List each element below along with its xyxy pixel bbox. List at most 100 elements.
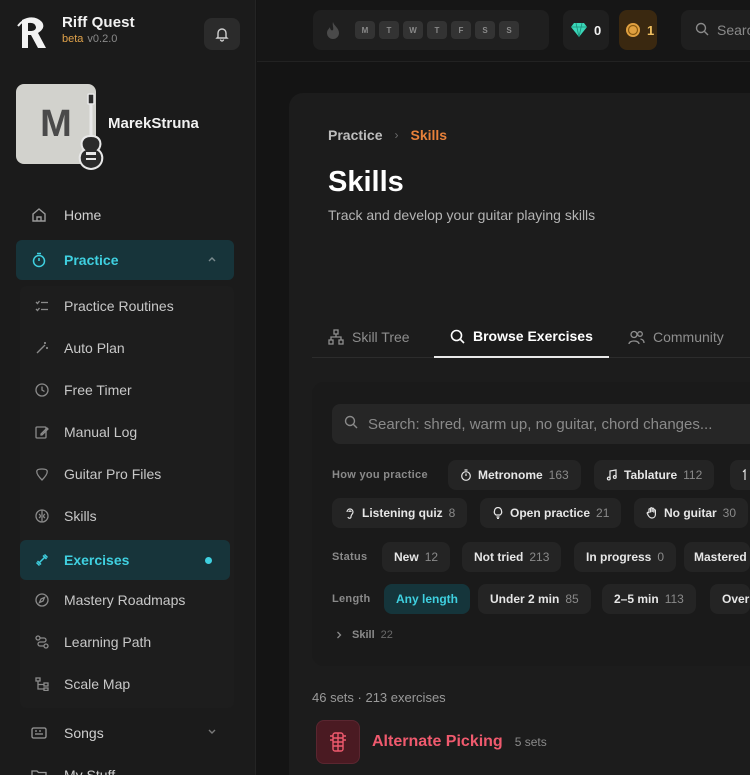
ear-icon [344, 507, 356, 519]
chip-count: 21 [596, 506, 610, 520]
nav-songs[interactable]: Songs [30, 724, 216, 742]
chip-label: Metronome [478, 468, 543, 482]
chip-label: In progress [586, 550, 652, 564]
skill-filter-count: 22 [380, 629, 393, 641]
sidebar-item-practice-routines[interactable]: Practice Routines [34, 298, 174, 314]
lightbulb-icon [492, 507, 504, 519]
gems-counter[interactable]: 0 [563, 10, 609, 50]
streak-day: F [451, 21, 471, 39]
sidebar-item-label: Auto Plan [64, 340, 125, 356]
magic-wand-icon [34, 340, 50, 356]
nav-songs-label: Songs [64, 725, 104, 741]
avatar-initial: M [40, 102, 72, 145]
folder-icon [30, 766, 48, 775]
category-row[interactable]: Alternate Picking 5 sets [316, 720, 547, 764]
chip-length-under-2[interactable]: Under 2 min 85 [478, 584, 591, 614]
breadcrumb-parent[interactable]: Practice [328, 127, 382, 143]
dumbbell-icon [34, 552, 50, 568]
sidebar-item-label: Guitar Pro Files [64, 466, 162, 482]
coins-count: 1 [647, 22, 655, 38]
chip-no-guitar[interactable]: No guitar 30 [634, 498, 749, 528]
clock-icon [34, 382, 50, 398]
sidebar-item-mastery-roadmaps[interactable]: Mastery Roadmaps [34, 592, 185, 608]
tab-community[interactable]: Community [628, 316, 724, 358]
filter-label-status: Status [332, 551, 368, 563]
chip-count: 30 [722, 506, 737, 520]
chevron-down-icon [208, 729, 216, 734]
streak-days: M T W T F S S [355, 21, 523, 39]
chip-status-not-tried[interactable]: Not tried 213 [462, 542, 562, 572]
search-icon [344, 415, 358, 433]
username[interactable]: MarekStruna [108, 115, 199, 132]
notifications-button[interactable] [204, 18, 240, 50]
tab-browse-exercises[interactable]: Browse Exercises [434, 316, 609, 358]
nav-practice[interactable]: Practice [16, 240, 234, 280]
chip-listening-quiz[interactable]: Listening quiz 8 [332, 498, 468, 528]
sidebar-item-label: Mastery Roadmaps [64, 592, 186, 608]
sidebar-item-label: Exercises [64, 552, 130, 568]
chip-length-2-5[interactable]: 2–5 min 113 [602, 584, 696, 614]
map-tree-icon [34, 676, 50, 692]
sidebar: Riff Quest beta v0.2.0 M MarekStruna Home… [0, 0, 256, 775]
compass-icon [34, 592, 50, 608]
sidebar-item-learning-path[interactable]: Learning Path [34, 634, 151, 650]
users-icon [628, 330, 645, 345]
streak-day: S [475, 21, 495, 39]
chip-open-practice[interactable]: Open practice 21 [480, 498, 622, 528]
chip-length-any[interactable]: Any length [384, 584, 470, 614]
hierarchy-icon [328, 329, 344, 345]
sidebar-item-label: Scale Map [64, 676, 131, 692]
sidebar-item-exercises[interactable]: Exercises [20, 540, 230, 580]
chip-more-overflow[interactable] [730, 460, 750, 490]
chip-length-over[interactable]: Over [710, 584, 750, 614]
active-indicator [205, 557, 212, 564]
chip-label: Over [722, 592, 750, 606]
guitar-strings-icon [316, 720, 360, 764]
sidebar-item-free-timer[interactable]: Free Timer [34, 382, 132, 398]
sidebar-item-scale-map[interactable]: Scale Map [34, 676, 130, 692]
chip-tablature[interactable]: Tablature 112 [594, 460, 715, 490]
nav-my-stuff[interactable]: My Stuff [30, 766, 115, 775]
chip-count: 12 [424, 550, 439, 564]
brand[interactable]: Riff Quest beta v0.2.0 [16, 14, 135, 52]
chip-count: 8 [448, 506, 456, 520]
skill-filter-toggle[interactable]: Skill 22 [334, 629, 393, 641]
filter-label-how: How you practice [332, 469, 428, 481]
checklist-icon [34, 298, 50, 314]
chip-label: Not tried [474, 550, 524, 564]
chip-label: Open practice [510, 506, 591, 520]
filter-label-length: Length [332, 593, 371, 605]
global-search[interactable]: Search [681, 10, 750, 50]
exercise-search-input[interactable]: Search: shred, warm up, no guitar, chord… [332, 404, 750, 444]
chip-status-new[interactable]: New 12 [382, 542, 451, 572]
sidebar-item-label: Skills [64, 508, 97, 524]
coins-counter[interactable]: 1 [619, 10, 657, 50]
nav-home[interactable]: Home [30, 206, 101, 224]
home-icon [30, 206, 48, 224]
chip-count: 163 [548, 468, 569, 482]
music-icon [30, 724, 48, 742]
search-placeholder: Search: shred, warm up, no guitar, chord… [368, 415, 713, 433]
chip-status-mastered[interactable]: Mastered [684, 542, 750, 572]
sort-icon [742, 469, 750, 481]
tab-skill-tree[interactable]: Skill Tree [328, 316, 410, 358]
breadcrumb-current: Skills [410, 127, 448, 143]
chip-label: Tablature [624, 468, 678, 482]
chip-label: Under 2 min [490, 592, 560, 606]
chip-status-in-progress[interactable]: In progress 0 [574, 542, 677, 572]
category-name: Alternate Picking [372, 733, 503, 750]
sidebar-item-auto-plan[interactable]: Auto Plan [34, 340, 125, 356]
chip-metronome[interactable]: Metronome 163 [448, 460, 581, 490]
tab-bar: Skill Tree Browse Exercises Community [312, 316, 750, 358]
search-icon [695, 22, 709, 39]
sidebar-item-label: Practice Routines [64, 298, 174, 314]
hand-icon [646, 507, 658, 519]
sidebar-item-manual-log[interactable]: Manual Log [34, 424, 137, 440]
sidebar-item-guitar-pro-files[interactable]: Guitar Pro Files [34, 466, 161, 482]
chevron-right-icon: › [394, 128, 399, 142]
streak-widget[interactable]: M T W T F S S [313, 10, 549, 50]
global-search-placeholder: Search [717, 22, 750, 38]
guitar-badge-icon [78, 93, 104, 171]
version-label: v0.2.0 [87, 33, 118, 45]
sidebar-item-skills[interactable]: Skills [34, 508, 97, 524]
